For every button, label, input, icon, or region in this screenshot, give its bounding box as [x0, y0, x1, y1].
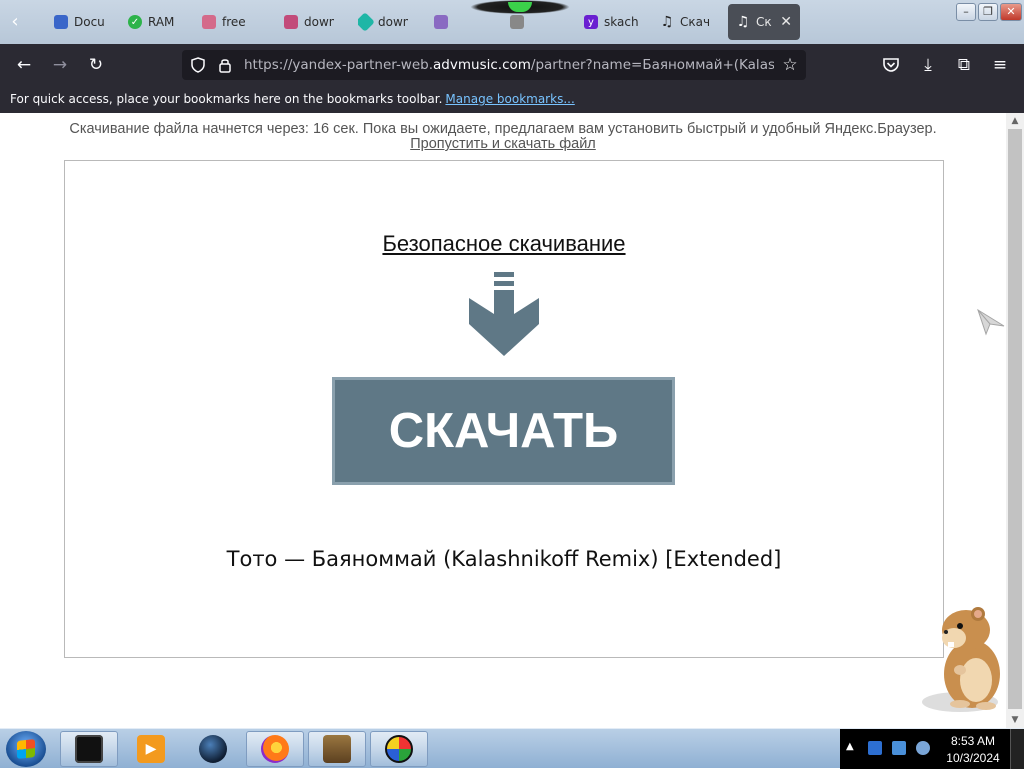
taskbar-color-wheel-button[interactable]: [370, 731, 428, 767]
tab-4[interactable]: down: [358, 4, 408, 40]
download-arrow-icon: [469, 272, 539, 356]
restore-button[interactable]: ❐: [978, 3, 998, 21]
media-player-icon: ▶: [137, 735, 165, 763]
downloads-icon[interactable]: ⤓: [916, 53, 940, 77]
scroll-down-arrow-icon[interactable]: ▼: [1006, 712, 1024, 728]
globe-icon: [199, 735, 227, 763]
taskbar-media-player-button[interactable]: ▶: [122, 731, 180, 767]
site-icon: [284, 15, 298, 29]
lock-icon[interactable]: [218, 57, 232, 73]
windows-logo-icon: [17, 739, 35, 759]
site-icon: [434, 15, 448, 29]
tab-7[interactable]: y skach: [584, 4, 638, 40]
scroll-up-arrow-icon[interactable]: ▲: [1006, 113, 1024, 129]
reload-icon[interactable]: ↻: [84, 53, 108, 77]
tab-6[interactable]: [510, 4, 560, 40]
start-button[interactable]: [6, 731, 46, 767]
download-button[interactable]: СКАЧАТЬ: [332, 377, 675, 485]
site-icon: [510, 15, 524, 29]
skip-and-download-link[interactable]: Пропустить и скачать файл: [0, 136, 1006, 152]
gem-icon: [358, 12, 375, 32]
color-wheel-icon: [385, 735, 413, 763]
clock-date[interactable]: 10/3/2024: [940, 751, 1006, 765]
shield-check-icon: ✓: [128, 15, 142, 29]
show-desktop-button[interactable]: [1010, 729, 1024, 769]
volume-tray-icon[interactable]: [916, 741, 930, 755]
taskbar-box-button[interactable]: [308, 731, 366, 767]
tab-scroll-left-button[interactable]: ‹: [4, 8, 26, 36]
clock-time[interactable]: 8:53 AM: [940, 734, 1006, 748]
network-tray-icon[interactable]: [892, 741, 906, 755]
tab-active[interactable]: ♫ Ск ✕: [728, 4, 800, 40]
yahoo-icon: y: [584, 15, 598, 29]
tab-0[interactable]: Docu: [54, 4, 104, 40]
tab-5[interactable]: [434, 4, 484, 40]
back-icon[interactable]: ←: [12, 53, 36, 77]
tab-strip: ‹ Docu ✓ RAM free down down y skach ♫ Ск…: [0, 0, 1024, 44]
safe-download-title[interactable]: Безопасное скачивание: [65, 231, 943, 257]
tab-8[interactable]: ♫ Скач: [660, 4, 710, 40]
download-box: Безопасное скачивание СКАЧАТЬ Тото — Бая…: [64, 160, 944, 658]
scroll-thumb[interactable]: [1008, 129, 1022, 709]
document-icon: [54, 15, 68, 29]
security-tray-icon[interactable]: [868, 741, 882, 755]
close-tab-icon[interactable]: ✕: [780, 14, 792, 30]
music-note-icon: ♫: [736, 14, 750, 30]
page-scrollbar[interactable]: ▲ ▼: [1006, 113, 1024, 728]
track-name: Тото — Баяноммай (Kalashnikoff Remix) [E…: [226, 547, 782, 571]
page-content: Скачивание файла начнется через: 16 сек.…: [0, 113, 1006, 728]
windows-taskbar: ▶ ▲ 8:53 AM 10/3/2024: [0, 728, 1024, 769]
navigation-bar: ← → ↻ https://yandex-partner-web.advmusi…: [0, 44, 1024, 86]
shield-icon[interactable]: [190, 57, 206, 73]
forward-icon[interactable]: →: [48, 53, 72, 77]
terminal-icon: [75, 735, 103, 763]
url-bar[interactable]: https://yandex-partner-web.advmusic.com/…: [182, 50, 806, 80]
close-window-button[interactable]: ✕: [1000, 3, 1022, 21]
music-note-icon: ♫: [660, 14, 674, 30]
tab-3[interactable]: down: [284, 4, 334, 40]
menu-icon[interactable]: ≡: [988, 53, 1012, 77]
pocket-icon[interactable]: [882, 57, 900, 73]
bookmark-star-icon[interactable]: ☆: [778, 53, 802, 77]
box-app-icon: [323, 735, 351, 763]
firefox-icon: [261, 735, 289, 763]
url-text[interactable]: https://yandex-partner-web.advmusic.com/…: [244, 57, 774, 73]
tray-expand-icon[interactable]: ▲: [846, 741, 854, 752]
hamster-mascot-icon[interactable]: [920, 604, 1008, 714]
countdown-text: Скачивание файла начнется через: 16 сек.…: [69, 121, 937, 137]
paper-plane-icon: [977, 308, 1005, 336]
taskbar-globe-button[interactable]: [184, 731, 242, 767]
taskbar-terminal-button[interactable]: [60, 731, 118, 767]
tab-1[interactable]: ✓ RAM: [128, 4, 178, 40]
bookmarks-toolbar: For quick access, place your bookmarks h…: [0, 86, 1024, 113]
manage-bookmarks-link[interactable]: Manage bookmarks...: [445, 92, 574, 106]
extensions-icon[interactable]: ⧉: [952, 53, 976, 77]
taskbar-firefox-button[interactable]: [246, 731, 304, 767]
tab-2[interactable]: free: [202, 4, 252, 40]
bookmarks-message: For quick access, place your bookmarks h…: [10, 92, 443, 106]
minimize-button[interactable]: –: [956, 3, 976, 21]
site-icon: [202, 15, 216, 29]
